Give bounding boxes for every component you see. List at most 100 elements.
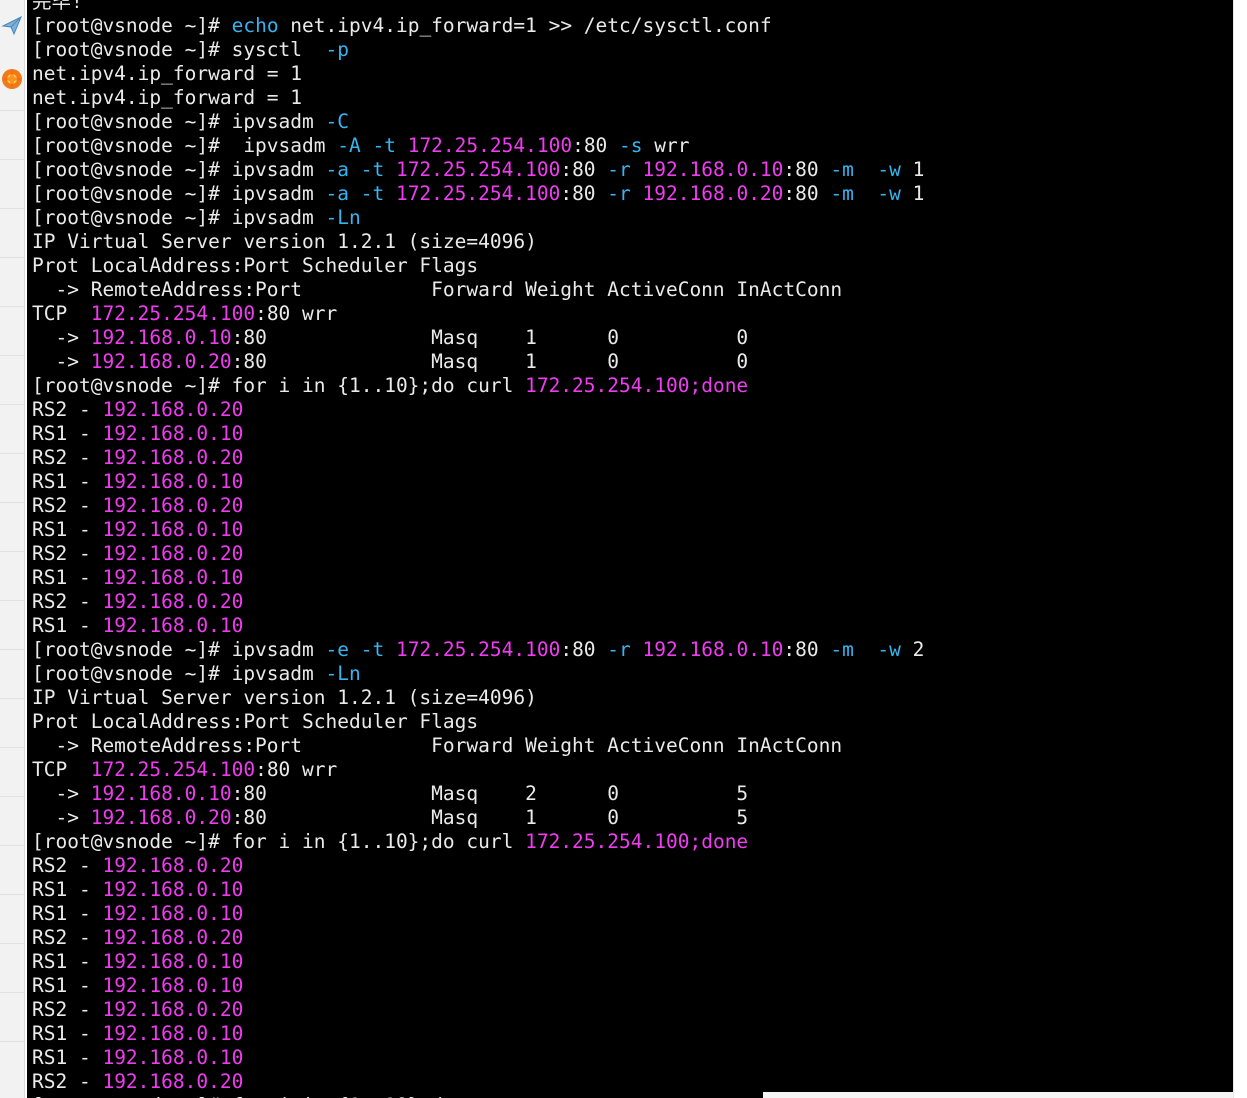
terminal-text-segment: 192.168.0.10 [102,518,244,541]
terminal-text-segment: RS1 - [32,950,103,973]
terminal-text-segment: 172.25.254.100 [395,638,561,661]
terminal-text-segment: :80 [783,182,831,205]
terminal-text-segment: RS2 - [32,1070,103,1093]
terminal-text-segment: RS2 - [32,590,103,613]
terminal-text-segment: :80 wrr [255,302,338,325]
terminal-text-segment: -> [32,806,91,829]
terminal-text-segment: 192.168.0.10 [102,950,244,973]
terminal-line: RS2 - 192.168.0.20 [32,494,924,518]
terminal-line: RS1 - 192.168.0.10 [32,470,924,494]
terminal-line: RS1 - 192.168.0.10 [32,974,924,998]
terminal-text-segment: [root@vsnode ~]# ipvsadm [32,134,338,157]
terminal-text-segment: 192.168.0.10 [102,974,244,997]
terminal-text-segment: 192.168.0.10 [642,638,784,661]
terminal-text-segment: 192.168.0.10 [102,614,244,637]
terminal-text-segment: [root@vsnode ~]# for i in {1..10};do cur… [32,374,526,397]
terminal-line: [root@vsnode ~]# ipvsadm -Ln [32,662,924,686]
terminal-text-segment: RS2 - [32,998,103,1021]
terminal-text-segment: -Ln [325,662,361,685]
terminal-line: RS2 - 192.168.0.20 [32,854,924,878]
terminal-line: RS2 - 192.168.0.20 [32,590,924,614]
terminal-line: RS1 - 192.168.0.10 [32,950,924,974]
terminal-text-segment: 172.25.254.100 [525,830,690,853]
terminal-text-segment: 172.25.254.100 [90,302,256,325]
terminal-text-segment: [root@vsnode ~]# ipvsadm [32,158,326,181]
terminal-text-segment: 192.168.0.10 [642,158,784,181]
terminal-text-segment: -r [607,158,631,181]
terminal-text-segment: RS1 - [32,902,103,925]
terminal-text-segment: 1 [900,182,925,205]
terminal-text-segment: 192.168.0.10 [90,782,232,805]
terminal-text-segment: [root@vsnode ~]# for i in {1..10};do cur… [32,830,526,853]
terminal-text-segment: :80 Masq 1 0 0 [231,350,749,373]
terminal-text-segment: 192.168.0.10 [102,878,244,901]
terminal-text-segment: [root@vsnode ~]# ipvsadm [32,110,326,133]
terminal-text-segment: :80 [560,638,608,661]
terminal-text-segment: -> RemoteAddress:Port Forward Weight Act… [32,734,843,757]
terminal-text-segment: RS1 - [32,518,103,541]
terminal-text-segment: -r [607,638,631,661]
terminal-line: IP Virtual Server version 1.2.1 (size=40… [32,686,924,710]
terminal-text-segment: Prot LocalAddress:Port Scheduler Flags [32,710,479,733]
terminal-text-segment: 192.168.0.20 [102,398,244,421]
terminal-text-segment: net.ipv4.ip_forward = 1 [32,86,303,109]
scrollbar[interactable] [1233,0,1247,1098]
terminal-text-segment: RS2 - [32,398,103,421]
terminal-line: IP Virtual Server version 1.2.1 (size=40… [32,230,924,254]
terminal-text-segment: RS2 - [32,494,103,517]
terminal-text-segment: [root@vsnode ~]# ipvsadm [32,638,326,661]
orange-logo-icon[interactable] [1,68,23,90]
terminal-window[interactable]: 完毕! [root@vsnode ~]# echo net.ipv4.ip_for… [27,0,1233,1098]
terminal-output: 完毕! [root@vsnode ~]# echo net.ipv4.ip_for… [32,0,924,1098]
terminal-text-segment: -p [325,38,349,61]
terminal-text-segment: 192.168.0.20 [102,590,244,613]
terminal-text-segment: -> [32,326,91,349]
terminal-text-segment: TCP [32,758,91,781]
terminal-text-segment: 2 [900,638,925,661]
terminal-line: RS2 - 192.168.0.20 [32,542,924,566]
terminal-text-segment: RS2 - [32,926,103,949]
terminal-line: [root@vsnode ~]# ipvsadm -C [32,110,924,134]
terminal-line: [root@vsnode ~]# echo net.ipv4.ip_forwar… [32,14,924,38]
terminal-text-segment: RS2 - [32,854,103,877]
terminal-text-segment: :80 [572,134,620,157]
terminal-line: RS2 - 192.168.0.20 [32,998,924,1022]
terminal-text-segment: [root@vsnode ~]# ipvsadm [32,206,326,229]
terminal-text-segment: 192.168.0.10 [102,1022,244,1045]
terminal-text-segment: 192.168.0.20 [102,1070,244,1093]
terminal-text-segment: 192.168.0.20 [90,806,232,829]
terminal-text-segment: :80 [783,158,831,181]
terminal-text-segment: :80 [560,182,608,205]
terminal-line: -> 192.168.0.10:80 Masq 1 0 0 [32,326,924,350]
terminal-line: TCP 172.25.254.100:80 wrr [32,302,924,326]
terminal-text-segment: -m -w [830,182,901,205]
terminal-text-segment: Prot LocalAddress:Port Scheduler Flags [32,254,479,277]
terminal-text-segment: 192.168.0.20 [102,854,244,877]
terminal-text-segment: :80 Masq 1 0 5 [231,806,749,829]
terminal-line: RS1 - 192.168.0.10 [32,614,924,638]
terminal-line: RS1 - 192.168.0.10 [32,878,924,902]
paper-plane-icon[interactable] [1,14,23,36]
terminal-text-segment: 172.25.254.100 [90,758,256,781]
terminal-line: -> 192.168.0.20:80 Masq 1 0 5 [32,806,924,830]
terminal-line: [root@vsnode ~]# for i in {1..10};do cur… [32,830,924,854]
terminal-line: Prot LocalAddress:Port Scheduler Flags [32,710,924,734]
terminal-line: RS1 - 192.168.0.10 [32,902,924,926]
terminal-text-segment: IP Virtual Server version 1.2.1 (size=40… [32,230,537,253]
terminal-text-segment: RS1 - [32,566,103,589]
terminal-line: [root@vsnode ~]# ipvsadm -e -t 172.25.25… [32,638,924,662]
terminal-line: TCP 172.25.254.100:80 wrr [32,758,924,782]
terminal-line: -> 192.168.0.20:80 Masq 1 0 0 [32,350,924,374]
terminal-text-segment: -e -t [325,638,385,661]
terminal-text-segment: 192.168.0.10 [102,902,244,925]
terminal-line: [root@vsnode ~]# for i in {1..10};do cur… [32,374,924,398]
terminal-line: RS1 - 192.168.0.10 [32,566,924,590]
terminal-text-segment: :80 [783,638,831,661]
terminal-text-segment: 192.168.0.20 [102,542,244,565]
terminal-line: RS1 - 192.168.0.10 [32,518,924,542]
